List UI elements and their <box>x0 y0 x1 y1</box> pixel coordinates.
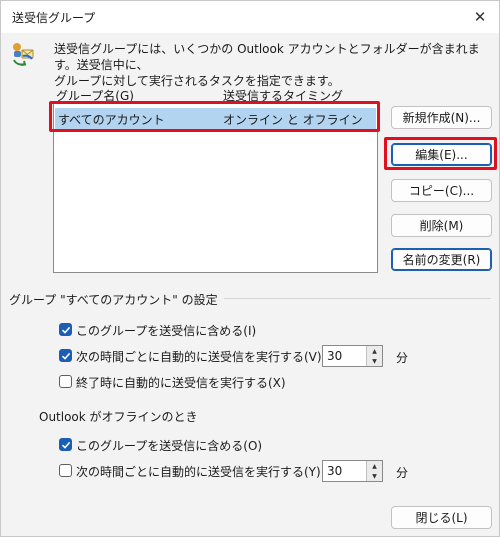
offline-interval-unit: 分 <box>396 466 409 480</box>
send-on-exit-checkbox[interactable] <box>59 375 72 388</box>
settings-section-title: グループ "すべてのアカウント" の設定 <box>9 291 224 308</box>
new-group-button[interactable]: 新規作成(N)... <box>391 106 492 129</box>
include-offline-label[interactable]: このグループを送受信に含める(O) <box>76 437 262 454</box>
list-item-timing: オンライン と オフライン <box>223 113 363 127</box>
delete-group-button[interactable]: 削除(M) <box>391 214 492 237</box>
auto-send-offline-label[interactable]: 次の時間ごとに自動的に送受信を実行する(Y) <box>76 463 321 480</box>
list-item-name: すべてのアカウント <box>58 113 165 127</box>
offline-interval-spinner[interactable]: ▲ ▼ <box>322 460 383 482</box>
rename-group-button[interactable]: 名前の変更(R) <box>391 248 492 271</box>
auto-send-online-checkbox[interactable] <box>59 349 72 362</box>
dialog-title: 送受信グループ <box>12 11 96 25</box>
include-online-checkbox[interactable] <box>59 323 72 336</box>
check-icon <box>61 326 70 334</box>
offline-interval-input[interactable] <box>323 461 367 481</box>
spin-down-icon[interactable]: ▼ <box>366 356 382 366</box>
send-on-exit-label[interactable]: 終了時に自動的に送受信を実行する(X) <box>76 374 286 391</box>
spin-down-icon[interactable]: ▼ <box>366 471 382 481</box>
title-bar: 送受信グループ ✕ <box>1 1 499 33</box>
online-interval-unit: 分 <box>396 351 409 365</box>
auto-send-offline-checkbox[interactable] <box>59 464 72 477</box>
close-button[interactable]: 閉じる(L) <box>391 506 492 529</box>
check-icon <box>61 352 70 360</box>
column-header-timing[interactable]: 送受信するタイミング <box>223 87 343 104</box>
edit-group-button[interactable]: 編集(E)... <box>391 143 492 166</box>
include-online-label[interactable]: このグループを送受信に含める(I) <box>76 322 256 339</box>
check-icon <box>61 441 70 449</box>
dialog-description: 送受信グループには、いくつかの Outlook アカウントとフォルダーが含まれま… <box>54 41 494 89</box>
auto-send-online-label[interactable]: 次の時間ごとに自動的に送受信を実行する(V) <box>76 348 322 365</box>
group-list[interactable]: すべてのアカウント オンライン と オフライン <box>53 103 378 273</box>
column-header-group-name[interactable]: グループ名(G) <box>56 87 134 104</box>
spin-up-icon[interactable]: ▲ <box>366 346 382 356</box>
include-offline-checkbox[interactable] <box>59 438 72 451</box>
list-item[interactable]: すべてのアカウント オンライン と オフライン <box>55 108 376 129</box>
close-icon[interactable]: ✕ <box>467 5 493 29</box>
send-receive-group-icon <box>13 43 34 66</box>
online-interval-spinner[interactable]: ▲ ▼ <box>322 345 383 367</box>
offline-section-title: Outlook がオフラインのとき <box>39 410 198 424</box>
description-line-1: 送受信グループには、いくつかの Outlook アカウントとフォルダーが含まれま… <box>54 42 480 72</box>
copy-group-button[interactable]: コピー(C)... <box>391 179 492 202</box>
spin-up-icon[interactable]: ▲ <box>366 461 382 471</box>
send-receive-groups-dialog: 送受信グループ ✕ 送受信グループには、いくつかの Outlook アカウントと… <box>0 0 500 537</box>
online-interval-input[interactable] <box>323 346 367 366</box>
